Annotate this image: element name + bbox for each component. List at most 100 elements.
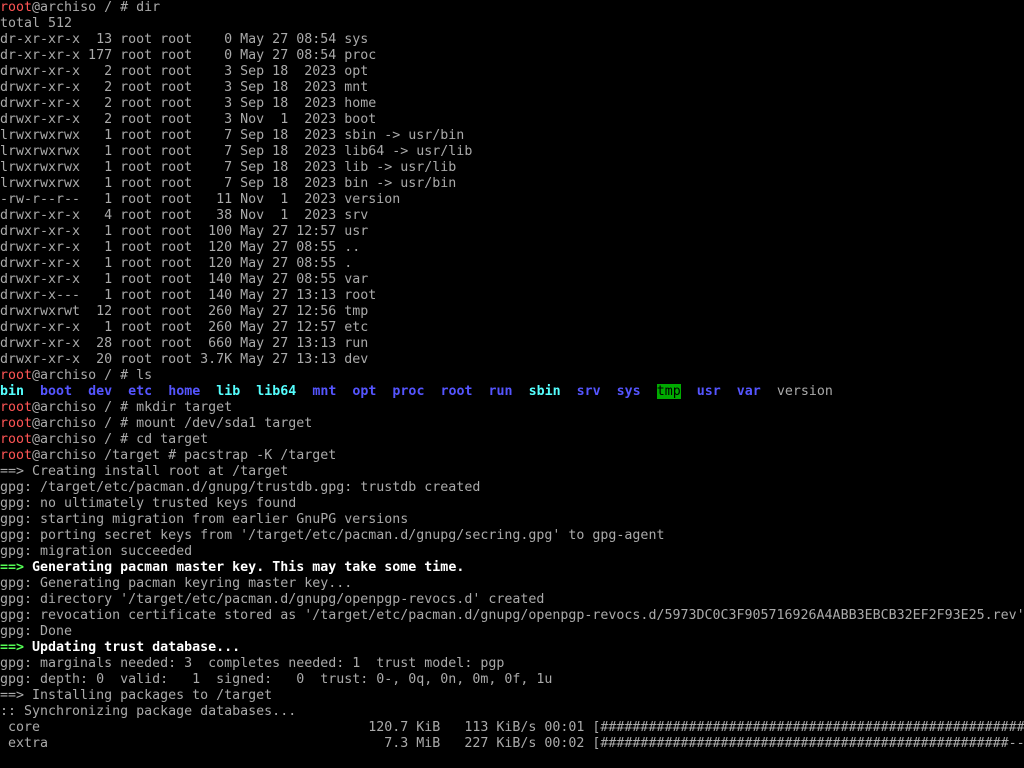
terminal-text-segment: ==> [0,640,25,655]
terminal-text-segment: @archiso / # dir [32,0,161,15]
terminal-text-segment: root [0,400,33,415]
terminal-text-segment: root [440,384,473,399]
terminal-line: bin boot dev etc home lib lib64 mnt opt … [0,384,1024,400]
terminal-text-segment: lib64 [256,384,297,399]
terminal-line: lrwxrwxrwx 1 root root 7 Sep 18 2023 bin… [0,176,1024,192]
terminal-text-segment: @archiso / # mount /dev/sda1 target [32,416,313,431]
terminal-text-segment: root [0,0,33,15]
terminal-text-segment: drwxr-xr-x 1 root root 140 May 27 08:55 … [0,272,369,287]
terminal-text-segment: root [0,448,33,463]
terminal-text-segment: dr-xr-xr-x 177 root root 0 May 27 08:54 … [0,48,377,63]
terminal-text-segment: dr-xr-xr-x 13 root root 0 May 27 08:54 s… [0,32,369,47]
terminal-text-segment: lrwxrwxrwx 1 root root 7 Sep 18 2023 sbi… [0,128,465,143]
terminal-text-segment: drwxr-xr-x 28 root root 660 May 27 13:13… [0,336,369,351]
terminal-line: gpg: no ultimately trusted keys found [0,496,1024,512]
terminal-text-segment: core 120.7 KiB 113 KiB/s 00:01 [########… [0,720,1024,735]
terminal-line: ==> Updating trust database... [0,640,1024,656]
terminal-line: gpg: depth: 0 valid: 1 signed: 0 trust: … [0,672,1024,688]
terminal-line: drwxr-xr-x 20 root root 3.7K May 27 13:1… [0,352,1024,368]
terminal-line: extra 7.3 MiB 227 KiB/s 00:02 [#########… [0,736,1024,752]
terminal-text-segment: @archiso / # ls [32,368,153,383]
terminal-line: root@archiso / # dir [0,0,1024,16]
terminal-line: drwxr-xr-x 1 root root 100 May 27 12:57 … [0,224,1024,240]
terminal-line: gpg: Generating pacman keyring master ke… [0,576,1024,592]
terminal-line: gpg: starting migration from earlier Gnu… [0,512,1024,528]
terminal-line: gpg: porting secret keys from '/target/e… [0,528,1024,544]
terminal-line: ==> Creating install root at /target [0,464,1024,480]
terminal-text-segment: boot [40,384,73,399]
terminal-text-segment: var [736,384,761,399]
terminal-text-segment: drwxr-xr-x 2 root root 3 Nov 1 2023 boot [0,112,377,127]
terminal-text-segment: srv [576,384,601,399]
terminal-text-segment: Updating trust database... [24,640,241,655]
terminal-text-segment: sbin [528,384,561,399]
terminal-line: root@archiso / # mkdir target [0,400,1024,416]
terminal-text-segment: root [0,368,33,383]
terminal-text-segment: etc [128,384,153,399]
terminal-text-segment: mnt [312,384,337,399]
terminal-text-segment: Generating pacman master key. This may t… [24,560,465,575]
terminal-text-segment: gpg: Done [0,624,73,639]
terminal-text-segment: gpg: porting secret keys from '/target/e… [0,528,665,543]
terminal-text-segment: gpg: revocation certificate stored as '/… [0,608,1024,623]
terminal-text-segment: @archiso / # cd target [32,432,209,447]
terminal-line: dr-xr-xr-x 177 root root 0 May 27 08:54 … [0,48,1024,64]
terminal-line: gpg: marginals needed: 3 completes neede… [0,656,1024,672]
terminal-text-segment: gpg: /target/etc/pacman.d/gnupg/trustdb.… [0,480,481,495]
terminal-line: drwxr-xr-x 1 root root 120 May 27 08:55 … [0,240,1024,256]
terminal-text-segment: drwxr-xr-x 1 root root 120 May 27 08:55 … [0,240,361,255]
terminal-line: drwxr-xr-x 1 root root 140 May 27 08:55 … [0,272,1024,288]
terminal-text-segment: drwxrwxrwt 12 root root 260 May 27 12:56… [0,304,369,319]
terminal-text-segment: dev [88,384,113,399]
terminal-line: drwxr-xr-x 4 root root 38 Nov 1 2023 srv [0,208,1024,224]
terminal-line: drwxr-xr-x 2 root root 3 Nov 1 2023 boot [0,112,1024,128]
terminal-line: drwxr-xr-x 2 root root 3 Sep 18 2023 mnt [0,80,1024,96]
terminal-text-segment: drwxr-xr-x 2 root root 3 Sep 18 2023 mnt [0,80,369,95]
terminal-text-segment: sys [616,384,641,399]
terminal-text-segment: usr [696,384,721,399]
terminal-text-segment: drwxr-xr-x 1 root root 120 May 27 08:55 … [0,256,353,271]
terminal-text-segment: drwxr-xr-x 20 root root 3.7K May 27 13:1… [0,352,369,367]
terminal-line: gpg: /target/etc/pacman.d/gnupg/trustdb.… [0,480,1024,496]
terminal-line: root@archiso /target # pacstrap -K /targ… [0,448,1024,464]
terminal-text-segment: drwxr-xr-x 4 root root 38 Nov 1 2023 srv [0,208,369,223]
terminal-text-segment: home [168,384,201,399]
terminal-text-segment: gpg: starting migration from earlier Gnu… [0,512,409,527]
terminal-text-segment: :: Synchronizing package databases... [0,704,297,719]
terminal-text-segment: ==> [0,560,25,575]
terminal-line: drwxr-xr-x 1 root root 260 May 27 12:57 … [0,320,1024,336]
terminal-text-segment: bin [0,384,25,399]
terminal-line: total 512 [0,16,1024,32]
terminal-line: ==> Installing packages to /target [0,688,1024,704]
terminal-text-segment: root [0,416,33,431]
terminal-line: drwxr-xr-x 2 root root 3 Sep 18 2023 hom… [0,96,1024,112]
terminal-text-segment: gpg: migration succeeded [0,544,193,559]
terminal-line: lrwxrwxrwx 1 root root 7 Sep 18 2023 lib… [0,160,1024,176]
terminal-text-segment: tmp [656,384,681,399]
terminal-window[interactable]: root@archiso / # dir total 512 dr-xr-xr-x … [0,0,1024,768]
terminal-text-segment: drwxr-xr-x 2 root root 3 Sep 18 2023 hom… [0,96,377,111]
terminal-line: drwxrwxrwt 12 root root 260 May 27 12:56… [0,304,1024,320]
terminal-text-segment: lib [216,384,241,399]
terminal-text-segment: gpg: Generating pacman keyring master ke… [0,576,353,591]
terminal-line: gpg: Done [0,624,1024,640]
terminal-text-segment: run [488,384,513,399]
terminal-text-segment: extra 7.3 MiB 227 KiB/s 00:02 [#########… [0,736,1024,751]
terminal-line: drwxr-xr-x 28 root root 660 May 27 13:13… [0,336,1024,352]
terminal-line: root@archiso / # cd target [0,432,1024,448]
terminal-line: :: Synchronizing package databases... [0,704,1024,720]
terminal-line: drwxr-x--- 1 root root 140 May 27 13:13 … [0,288,1024,304]
terminal-line: lrwxrwxrwx 1 root root 7 Sep 18 2023 sbi… [0,128,1024,144]
